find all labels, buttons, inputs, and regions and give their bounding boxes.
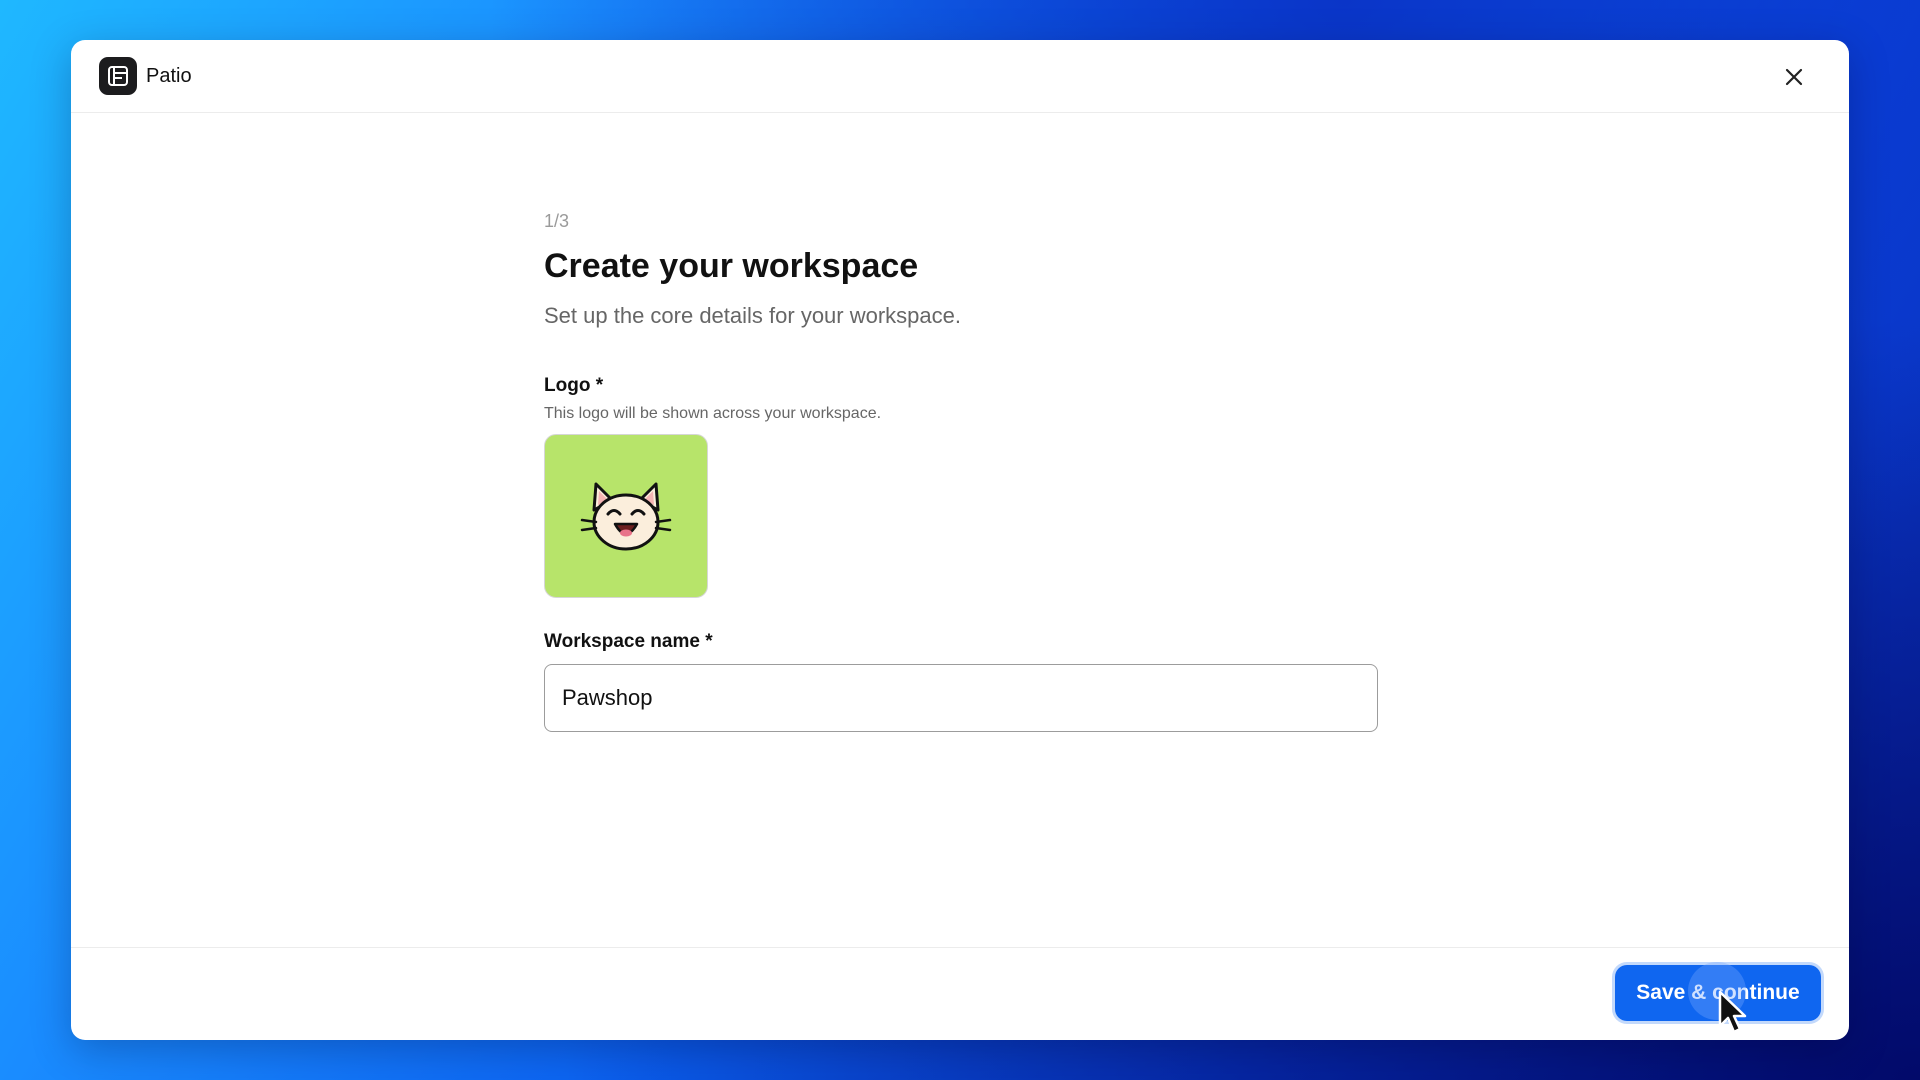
page-subtitle: Set up the core details for your workspa…	[544, 303, 961, 328]
logo-hint: This logo will be shown across your work…	[544, 405, 882, 422]
page-title: Create your workspace	[544, 247, 919, 285]
close-icon	[1785, 68, 1803, 86]
logo-picker[interactable]	[544, 434, 708, 598]
save-continue-button[interactable]: Save & continue	[1615, 965, 1821, 1021]
workspace-setup-dialog: Patio 1/3 Create your workspace Set up t…	[71, 40, 1849, 1040]
cat-face-icon	[580, 482, 672, 551]
logo-label: Logo *	[544, 375, 604, 396]
dialog-header: Patio	[71, 40, 1849, 113]
dialog-content: 1/3 Create your workspace Set up the cor…	[544, 210, 1384, 732]
workspace-name-input[interactable]	[544, 664, 1378, 732]
app-name: Patio	[146, 65, 192, 87]
step-indicator: 1/3	[544, 211, 570, 231]
dialog-footer: Save & continue	[71, 947, 1849, 1040]
close-button[interactable]	[1779, 62, 1809, 92]
workspace-name-label: Workspace name *	[544, 631, 713, 652]
patio-logo-icon	[99, 57, 137, 95]
